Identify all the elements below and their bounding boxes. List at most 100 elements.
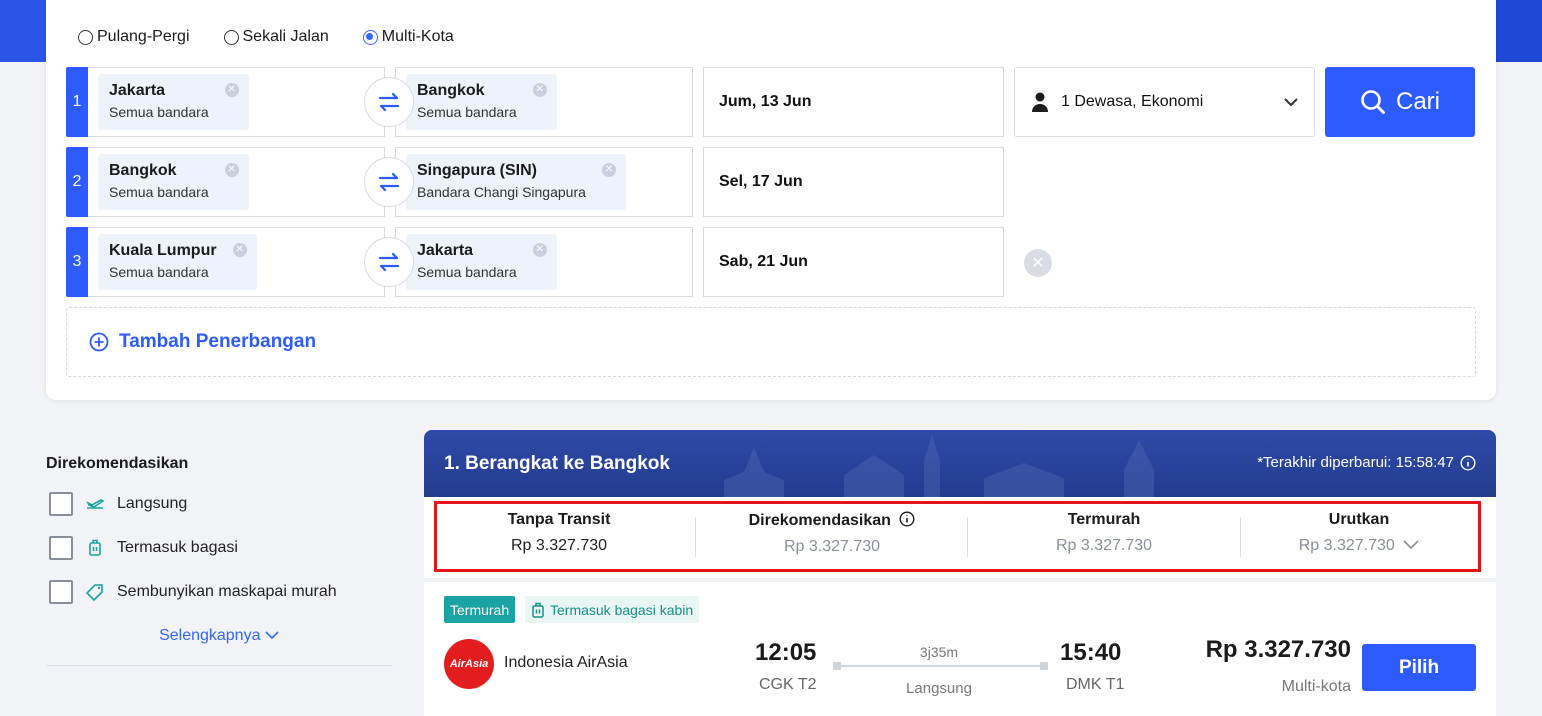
- departure-time: 12:05: [755, 639, 817, 666]
- filter-baggage[interactable]: Termasuk bagasi: [46, 535, 392, 561]
- select-flight-button[interactable]: Pilih: [1362, 644, 1476, 691]
- route-line: [833, 662, 1048, 670]
- destination-chip: Singapura (SIN) Bandara Changi Singapura…: [406, 154, 626, 210]
- origin-field[interactable]: Bangkok Semua bandara ✕: [88, 147, 385, 217]
- divider: [967, 517, 968, 557]
- flight-leg-3: 3 Kuala Lumpur Semua bandara ✕ Jakarta S…: [66, 227, 1004, 297]
- trip-type-multi-city[interactable]: Multi-Kota: [362, 28, 454, 46]
- results-panel: 1. Berangkat ke Bangkok *Terakhir diperb…: [424, 430, 1496, 716]
- departure-date-field[interactable]: Sel, 17 Jun: [703, 147, 1004, 217]
- stops-info: Langsung: [906, 680, 972, 697]
- passenger-summary: 1 Dewasa, Ekonomi: [1061, 93, 1204, 110]
- swap-button[interactable]: [364, 237, 414, 287]
- destination-city: Singapura (SIN): [417, 162, 538, 179]
- clear-destination-icon[interactable]: ✕: [532, 243, 547, 257]
- flight-result-card[interactable]: Termurah Termasuk bagasi kabin AirAsia I…: [424, 582, 1496, 716]
- departure-airport: CGK T2: [759, 676, 817, 693]
- sort-dropdown[interactable]: Urutkan Rp 3.327.730: [1224, 511, 1494, 555]
- tag-icon: [85, 584, 103, 601]
- origin-airport: Semua bandara: [109, 104, 209, 120]
- luggage-icon: [532, 602, 544, 618]
- checkbox[interactable]: [49, 536, 73, 560]
- sort-nonstop[interactable]: Tanpa Transit Rp 3.327.730: [424, 511, 694, 555]
- departure-date-field[interactable]: Jum, 13 Jun: [703, 67, 1004, 137]
- plus-circle-icon: [89, 332, 109, 352]
- origin-airport: Semua bandara: [109, 184, 209, 200]
- divider: [46, 665, 392, 666]
- radio-icon: [78, 29, 93, 45]
- destination-city: Bangkok: [417, 82, 485, 99]
- swap-icon: [378, 172, 400, 192]
- destination-airport: Bandara Changi Singapura: [417, 184, 586, 200]
- cabin-baggage-badge: Termasuk bagasi kabin: [525, 596, 700, 623]
- close-icon: ✕: [1031, 255, 1045, 272]
- luggage-icon: [89, 539, 101, 556]
- search-button[interactable]: Cari: [1325, 67, 1475, 137]
- destination-field[interactable]: Bangkok Semua bandara ✕: [395, 67, 693, 137]
- clear-destination-icon[interactable]: ✕: [601, 163, 616, 177]
- origin-city: Bangkok: [109, 162, 177, 179]
- filter-section-title: Direkomendasikan: [46, 455, 189, 472]
- destination-field[interactable]: Jakarta Semua bandara ✕: [395, 227, 693, 297]
- origin-chip: Jakarta Semua bandara ✕: [98, 74, 249, 130]
- filter-panel: Direkomendasikan Langsung Termasuk bagas…: [46, 455, 392, 666]
- chevron-down-icon: [1284, 98, 1298, 107]
- sort-recommended[interactable]: Direkomendasikan Rp 3.327.730: [697, 511, 967, 556]
- results-title: 1. Berangkat ke Bangkok: [444, 453, 670, 474]
- swap-button[interactable]: [364, 77, 414, 127]
- airline-name: Indonesia AirAsia: [504, 654, 628, 671]
- destination-airport: Semua bandara: [417, 104, 517, 120]
- price-note: Multi-kota: [1281, 678, 1351, 695]
- chevron-down-icon: [265, 631, 279, 640]
- leg-number: 2: [66, 147, 88, 217]
- clear-origin-icon[interactable]: ✕: [224, 83, 239, 97]
- origin-city: Kuala Lumpur: [109, 242, 217, 259]
- arrival-airport: DMK T1: [1066, 676, 1125, 693]
- origin-chip: Kuala Lumpur Semua bandara ✕: [98, 234, 257, 290]
- destination-chip: Jakarta Semua bandara ✕: [406, 234, 557, 290]
- destination-city: Jakarta: [417, 242, 474, 259]
- swap-icon: [378, 252, 400, 272]
- flight-duration: 3j35m: [919, 644, 959, 660]
- add-flight-button[interactable]: Tambah Penerbangan: [66, 307, 1476, 377]
- filter-hide-low-cost[interactable]: Sembunyikan maskapai murah: [46, 579, 392, 605]
- trip-type-one-way[interactable]: Sekali Jalan: [223, 28, 329, 46]
- plane-takeoff-icon: [86, 499, 105, 509]
- sort-cheapest[interactable]: Termurah Rp 3.327.730: [969, 511, 1239, 555]
- checkbox[interactable]: [49, 580, 73, 604]
- person-icon: [1032, 92, 1048, 112]
- clear-origin-icon[interactable]: ✕: [224, 163, 239, 177]
- leg-number: 1: [66, 67, 88, 137]
- swap-icon: [378, 92, 400, 112]
- origin-field[interactable]: Jakarta Semua bandara ✕: [88, 67, 385, 137]
- last-updated: *Terakhir diperbarui: 15:58:47: [1257, 454, 1476, 471]
- flight-leg-1: 1 Jakarta Semua bandara ✕ Bangkok Semua …: [66, 67, 1004, 137]
- cheapest-badge: Termurah: [444, 596, 516, 623]
- flight-search-panel: Pulang-Pergi Sekali Jalan Multi-Kota 1 J…: [46, 0, 1496, 400]
- show-more-link[interactable]: Selengkapnya: [46, 627, 392, 645]
- origin-city: Jakarta: [109, 82, 166, 99]
- info-icon[interactable]: [1460, 454, 1476, 471]
- trip-type-round-trip[interactable]: Pulang-Pergi: [78, 28, 190, 46]
- clear-destination-icon[interactable]: ✕: [532, 83, 547, 97]
- leg-number: 3: [66, 227, 88, 297]
- remove-leg-button[interactable]: ✕: [1024, 249, 1052, 277]
- destination-airport: Semua bandara: [417, 264, 517, 280]
- trip-type-selector: Pulang-Pergi Sekali Jalan Multi-Kota: [78, 28, 454, 46]
- clear-origin-icon[interactable]: ✕: [232, 243, 247, 257]
- flight-leg-2: 2 Bangkok Semua bandara ✕ Singapura (SIN…: [66, 147, 1004, 217]
- flight-price: Rp 3.327.730: [1205, 636, 1351, 663]
- destination-field[interactable]: Singapura (SIN) Bandara Changi Singapura…: [395, 147, 693, 217]
- origin-field[interactable]: Kuala Lumpur Semua bandara ✕: [88, 227, 385, 297]
- search-icon: [1361, 90, 1385, 114]
- divider: [695, 517, 696, 557]
- filter-direct[interactable]: Langsung: [46, 491, 392, 517]
- airline-logo: AirAsia: [444, 639, 494, 689]
- radio-icon: [223, 29, 239, 45]
- checkbox[interactable]: [49, 492, 73, 516]
- info-icon[interactable]: [899, 511, 915, 527]
- origin-chip: Bangkok Semua bandara ✕: [98, 154, 249, 210]
- departure-date-field[interactable]: Sab, 21 Jun: [703, 227, 1004, 297]
- passenger-class-selector[interactable]: 1 Dewasa, Ekonomi: [1014, 67, 1315, 137]
- swap-button[interactable]: [364, 157, 414, 207]
